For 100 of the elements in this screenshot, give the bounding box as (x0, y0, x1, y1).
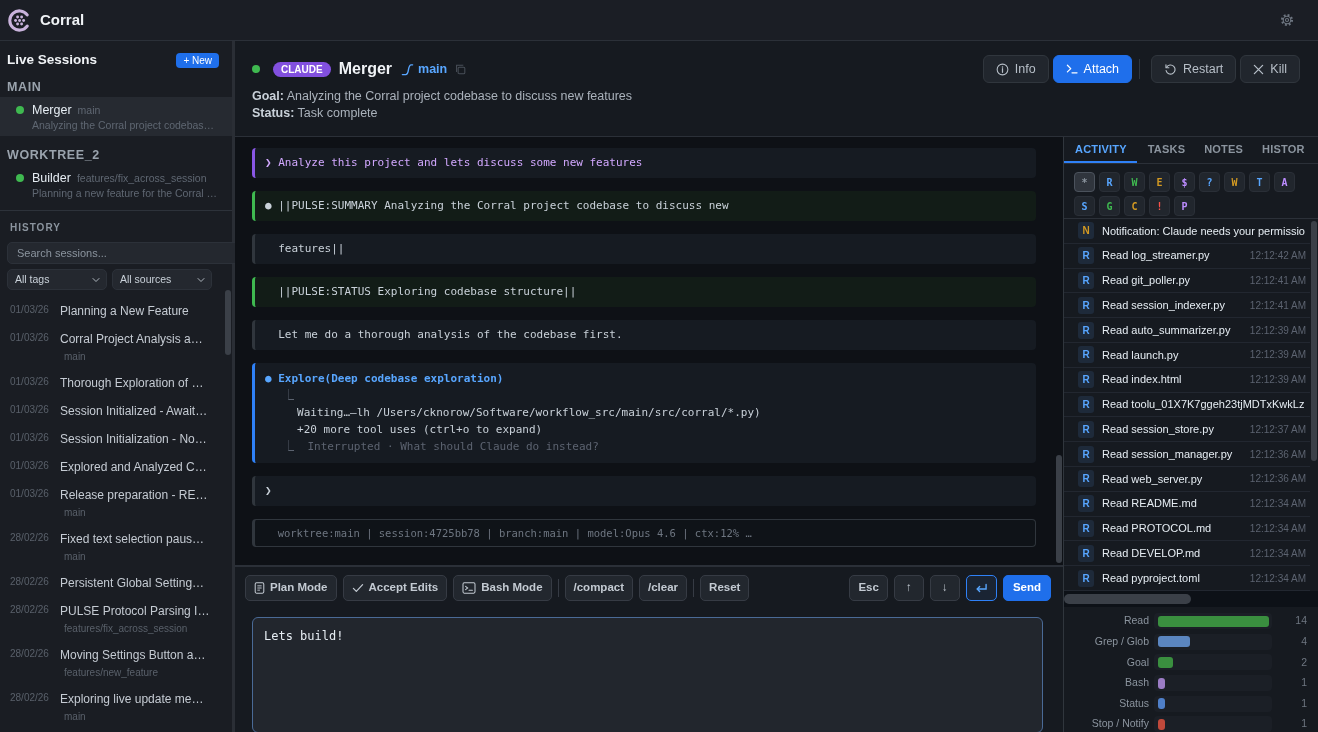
history-title[interactable]: Persistent Global Setting… (60, 575, 205, 591)
activity-text: Read pyproject.toml (1102, 570, 1200, 586)
history-title[interactable]: Session Initialized - Await… (60, 403, 208, 419)
filter-chip[interactable]: G (1099, 196, 1120, 216)
activity-text: Read web_server.py (1102, 471, 1203, 487)
tool-count: 4 (1300, 634, 1307, 649)
scrollbar-thumb[interactable] (1064, 594, 1191, 604)
section-title: HISTORY (9, 221, 62, 234)
plan-mode-button[interactable]: Plan Mode (245, 575, 337, 601)
history-date: 01/03/26 (10, 459, 50, 473)
branch-name: main (418, 60, 448, 78)
activity-type-tag: R (1078, 495, 1094, 513)
history-title[interactable]: Planning a New Feature (60, 303, 189, 319)
activity-time: 12:12:34 AM (1248, 546, 1306, 561)
settings-icon[interactable] (1280, 13, 1294, 27)
new-session-button[interactable]: + New (176, 52, 219, 68)
filter-chip[interactable]: $ (1174, 172, 1195, 192)
filter-chip[interactable]: P (1174, 196, 1195, 216)
history-branch: main (64, 506, 87, 519)
command-button[interactable]: /clear (639, 575, 688, 601)
accept-edits-button[interactable]: Accept Edits (342, 575, 448, 601)
activity-type-tag: R (1078, 296, 1094, 314)
filter-chip[interactable]: A (1274, 172, 1295, 192)
enter-toggle-button[interactable] (965, 575, 997, 601)
activity-text: Read log_streamer.py (1102, 248, 1210, 264)
tool-count: 1 (1300, 716, 1307, 732)
activity-text: Read git_poller.py (1102, 273, 1191, 289)
history-branch: main (64, 710, 87, 723)
history-branch: main (64, 550, 87, 563)
tree-connector: ⎿ (282, 388, 296, 404)
activity-time: 12:12:39 AM (1248, 323, 1306, 338)
panel-tab[interactable]: TASKS (1136, 137, 1194, 163)
activity-type-tag: R (1078, 420, 1094, 438)
send-button[interactable]: Send (1002, 575, 1051, 601)
status-line-text: worktree:main | session:4725bb78 | branch:main | model:Opus 4.6 | ctx:12% … (277, 526, 752, 540)
session-item[interactable]: Builder features/fix_across_session Planning a new feature for the Corral … (0, 165, 232, 204)
key-button[interactable]: ↑ (893, 575, 924, 601)
panel-tab[interactable]: NOTES (1193, 137, 1252, 163)
filter-chip[interactable]: ? (1199, 172, 1220, 192)
history-title[interactable]: Thorough Exploration of … (60, 375, 204, 391)
history-title[interactable]: Explored and Analyzed C… (60, 459, 207, 475)
activity-text: Read session_manager.py (1102, 446, 1233, 462)
command-button[interactable]: Reset (700, 575, 750, 601)
filter-chip[interactable]: E (1149, 172, 1170, 192)
filter-chip[interactable]: ! (1149, 196, 1170, 216)
scrollbar-thumb[interactable] (225, 290, 231, 355)
status-text: Status: Task complete (252, 105, 379, 122)
command-button[interactable]: /compact (564, 575, 634, 601)
panel-tab[interactable]: ACTIVITY (1064, 137, 1137, 163)
session-item[interactable]: Merger main Analyzing the Corral project codebas… (0, 97, 232, 136)
history-title[interactable]: Corral Project Analysis a… (60, 331, 203, 347)
activity-type-tag: N (1078, 222, 1094, 240)
scrollbar-thumb[interactable] (1056, 455, 1062, 563)
key-button[interactable]: Esc (849, 575, 888, 601)
scrollbar-thumb[interactable] (1311, 221, 1317, 461)
prompt-symbol: ❯ (265, 484, 273, 498)
document-icon (254, 582, 265, 594)
info-button[interactable]: Info (982, 55, 1049, 83)
history-title[interactable]: Session Initialization - No… (60, 431, 207, 447)
activity-text: Read auto_summarizer.py (1102, 322, 1231, 338)
attach-button[interactable]: Attach (1052, 55, 1133, 83)
session-name: Merger (32, 102, 72, 119)
console-text: +20 more tool uses (ctrl+o to expand) (296, 422, 544, 438)
activity-type-tag: R (1078, 544, 1094, 562)
history-date: 01/03/26 (10, 403, 50, 417)
filter-chip[interactable]: S (1074, 196, 1095, 216)
history-date: 01/03/26 (10, 487, 50, 501)
filter-chip[interactable]: * (1074, 172, 1095, 192)
logo-icon (8, 8, 31, 32)
goal-text: Goal: Analyzing the Corral project codebase to discuss new features (252, 88, 634, 105)
filter-dropdown[interactable]: All sources (112, 269, 212, 290)
activity-time: 12:12:37 AM (1248, 422, 1306, 437)
history-title[interactable]: Release preparation - RE… (60, 487, 208, 503)
activity-time: 12:12:41 AM (1248, 298, 1306, 313)
filter-dropdown[interactable]: All tags (7, 269, 107, 290)
message-input[interactable]: Lets build! (252, 617, 1043, 732)
history-title[interactable]: Moving Settings Button a… (60, 647, 206, 663)
history-title[interactable]: PULSE Protocol Parsing I… (60, 603, 210, 619)
activity-type-tag: R (1078, 569, 1094, 587)
tool-label: Status (1118, 695, 1149, 711)
kill-button[interactable]: Kill (1240, 55, 1300, 83)
activity-text: Read README.md (1102, 496, 1197, 512)
key-button[interactable]: ↓ (929, 575, 960, 601)
restart-button[interactable]: Restart (1151, 55, 1237, 83)
history-title[interactable]: Fixed text selection paus… (60, 531, 205, 547)
bash-mode-button[interactable]: Bash Mode (453, 575, 552, 601)
copy-icon[interactable] (455, 63, 467, 75)
filter-chip[interactable]: R (1099, 172, 1120, 192)
filter-chip[interactable]: W (1124, 172, 1145, 192)
filter-chip[interactable]: W (1224, 172, 1245, 192)
console-text: Let me do a thorough analysis of the codebase first. (278, 328, 623, 342)
restart-icon (1164, 62, 1178, 76)
history-title[interactable]: Exploring live update me… (60, 691, 204, 707)
tool-count: 1 (1300, 675, 1307, 691)
return-arrow-icon (974, 582, 988, 594)
panel-tab[interactable]: HISTOR (1251, 137, 1313, 163)
terminal-prompt-icon (1065, 64, 1078, 74)
filter-chip[interactable]: T (1249, 172, 1270, 192)
history-date: 28/02/26 (10, 647, 50, 661)
filter-chip[interactable]: C (1124, 196, 1145, 216)
